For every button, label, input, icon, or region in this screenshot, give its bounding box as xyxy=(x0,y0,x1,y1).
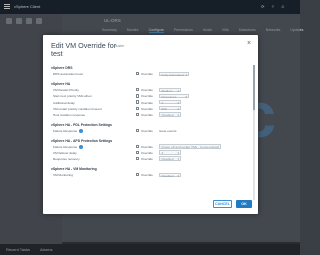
override-label: Override xyxy=(141,106,153,111)
setting-label-text: Additional delay xyxy=(53,100,75,105)
setting-label: Failure Response xyxy=(53,128,84,134)
setting-label-text: Response recovery xyxy=(53,157,80,162)
override-label: Override xyxy=(141,72,153,77)
setting-select[interactable]: Disabled xyxy=(159,172,181,177)
setting-label: Failure Response xyxy=(53,144,84,150)
setting-label: VM Monitoring xyxy=(53,173,73,177)
setting-label-text: DRS automation level xyxy=(53,72,83,77)
setting-select[interactable]: Fully Automated xyxy=(159,71,189,76)
close-icon[interactable]: × xyxy=(246,40,252,47)
setting-row: Host isolation response Override Disabled xyxy=(51,111,248,117)
setting-select[interactable]: 3 xyxy=(159,150,181,155)
override-checkbox[interactable] xyxy=(136,112,140,116)
setting-label-text: VM failover delay xyxy=(53,151,77,156)
override-checkbox[interactable] xyxy=(136,173,140,177)
setting-label-text: Failure Response xyxy=(53,128,78,133)
setting-label-text: Host isolation response xyxy=(53,112,86,117)
setting-label-text: VM Monitoring xyxy=(53,173,73,178)
override-label: Override xyxy=(141,88,153,93)
setting-label: Additional delay xyxy=(53,101,75,105)
setting-select[interactable]: Power off and restart VMs - Conservative xyxy=(159,144,221,149)
setting-label-text: Failure Response xyxy=(53,144,78,149)
info-icon[interactable] xyxy=(79,129,84,134)
setting-value: Issue events xyxy=(159,128,177,133)
setting-label-text: Start next priority VMs when xyxy=(53,94,92,99)
setting-select[interactable]: 0 xyxy=(159,99,181,105)
override-label: Override xyxy=(141,94,153,99)
setting-row: Response recovery Override Disabled xyxy=(51,156,248,162)
setting-row: DRS automation level Override Fully Automa… xyxy=(51,71,248,77)
setting-label: VM Restart Priority xyxy=(53,88,79,92)
setting-label-text: VM Restart Priority xyxy=(53,88,79,93)
setting-label: Response recovery xyxy=(53,157,80,161)
override-checkbox[interactable] xyxy=(136,88,140,92)
setting-label: Host isolation response xyxy=(53,113,85,117)
override-label: Override xyxy=(141,157,153,162)
edit-vm-override-dialog: Edit VM Override for test cluster × vSph… xyxy=(43,35,258,214)
override-checkbox[interactable] xyxy=(136,128,140,132)
setting-select[interactable]: Medium xyxy=(159,87,181,92)
override-checkbox[interactable] xyxy=(136,72,140,76)
setting-select[interactable]: Resources allocated xyxy=(159,93,189,103)
setting-label: DRS automation level xyxy=(53,72,83,76)
override-checkbox[interactable] xyxy=(136,106,140,110)
setting-label: VM failover delay xyxy=(53,151,77,155)
override-label: Override xyxy=(141,173,153,178)
setting-select[interactable]: 600 xyxy=(159,105,181,111)
scrollbar[interactable] xyxy=(253,65,255,200)
ok-button[interactable]: OK xyxy=(236,200,252,208)
override-checkbox[interactable] xyxy=(136,100,140,104)
cancel-button[interactable]: CANCEL xyxy=(213,200,232,208)
setting-row: VM Monitoring Override Disabled xyxy=(51,172,248,178)
override-label: Override xyxy=(141,112,153,117)
override-label: Override xyxy=(141,128,153,133)
setting-select[interactable]: Disabled xyxy=(159,112,181,117)
info-icon[interactable] xyxy=(79,145,84,150)
override-checkbox[interactable] xyxy=(136,144,140,149)
setting-label: Start next priority VMs when xyxy=(53,94,92,98)
override-checkbox[interactable] xyxy=(136,157,140,161)
scrollbar-thumb[interactable] xyxy=(253,65,255,110)
setting-label-text: VM restart priority condition timeout xyxy=(53,106,102,111)
dialog-title: Edit VM Override for test xyxy=(51,41,117,58)
setting-select[interactable]: Disabled xyxy=(159,156,181,161)
dialog-subtitle: cluster xyxy=(114,44,125,48)
settings-list: vSphere DRS DRS automation level Override F… xyxy=(51,65,248,200)
override-checkbox[interactable] xyxy=(136,94,140,98)
override-label: Override xyxy=(141,144,153,149)
override-label: Override xyxy=(141,151,153,156)
override-label: Override xyxy=(141,100,153,105)
override-checkbox[interactable] xyxy=(136,150,140,155)
setting-label: VM restart priority condition timeout xyxy=(53,107,102,111)
setting-row: Failure Response Override Issue events xyxy=(51,128,248,134)
